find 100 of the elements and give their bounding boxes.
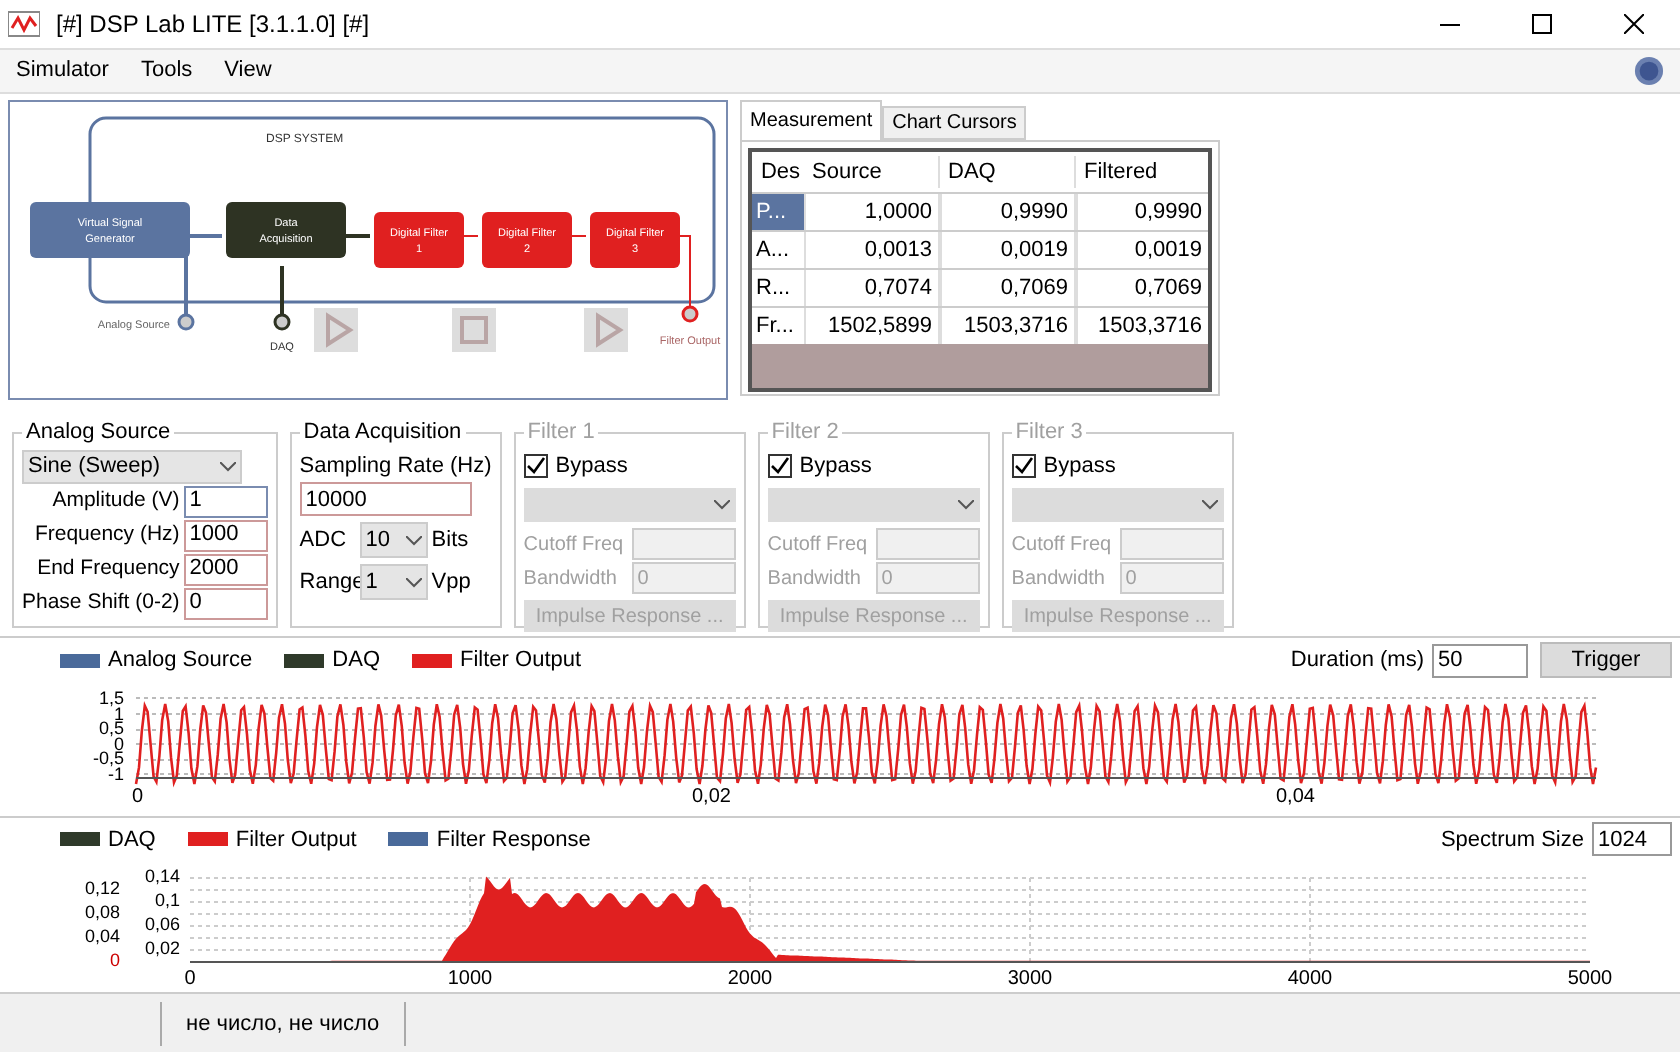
input-field[interactable]: 1024 (1592, 822, 1672, 857)
filter-type-select[interactable] (1011, 488, 1224, 522)
legend-label: DAQ (108, 825, 156, 856)
probe-icon[interactable] (273, 313, 291, 331)
axis-tick-label: 0,1 (152, 891, 180, 910)
app-icon (8, 10, 40, 38)
axis-tick-label: 0,5 (96, 720, 124, 738)
axis-tick-label: 0,08 (82, 903, 120, 922)
field-label: Bandwidth (767, 565, 861, 593)
chevron-icon (713, 500, 730, 510)
axis-tick-label: 0 (182, 965, 198, 994)
group-title: Filter 1 (525, 418, 597, 448)
column-header: Filtered (1082, 157, 1160, 188)
field-label: End Frequency (37, 553, 180, 584)
legend-label: Filter Response (436, 825, 591, 856)
axis-tick-label: -1 (107, 765, 124, 783)
input-field[interactable]: 0 (183, 587, 268, 619)
close-icon (1624, 14, 1644, 34)
checkbox-label: Bypass (555, 451, 628, 481)
filter-type-select[interactable] (523, 488, 736, 522)
menu-item[interactable]: Simulator (8, 54, 117, 88)
table-cell: 1502,5899 (804, 308, 940, 344)
status-text: не число, не число (160, 1001, 406, 1045)
legend-label: Analog Source (108, 645, 253, 676)
field-label: ADC (299, 525, 349, 556)
play-icon[interactable] (314, 308, 358, 352)
tab[interactable]: Measurement (740, 100, 883, 140)
window-title: [#] DSP Lab LITE [3.1.1.0] [#] (56, 8, 370, 42)
filter-type-select[interactable] (767, 488, 980, 522)
field-label: Cutoff Freq (1011, 531, 1112, 559)
input-field[interactable]: 50 (1432, 643, 1528, 677)
axis-tick-label: 0 (132, 784, 144, 812)
field-label: Duration (ms) (1290, 645, 1424, 676)
chevron-icon (220, 461, 236, 471)
legend-label: DAQ (332, 645, 381, 676)
input-field[interactable]: 1 (183, 485, 268, 517)
field-label: Bandwidth (1011, 565, 1105, 593)
axis-tick-label: 3000 (1005, 965, 1055, 994)
checkbox-label: Bypass (799, 451, 872, 481)
input-field[interactable]: 1000 (183, 519, 268, 551)
axis-tick-label: 2000 (725, 965, 775, 994)
axis-tick-label: 1,5 (96, 690, 124, 708)
input-field[interactable]: 10000 (299, 482, 472, 516)
chevron-icon (957, 500, 974, 510)
group-title: Filter 3 (1013, 418, 1085, 448)
input-field[interactable] (875, 528, 980, 560)
table-cell: 1503,3716 (1076, 308, 1208, 344)
unit-label: Bits (431, 525, 469, 556)
group-title: Filter 2 (769, 418, 841, 448)
tab[interactable]: Chart Cursors (882, 106, 1027, 140)
axis-tick-label: 0,04 (82, 927, 120, 946)
group-title: Data Acquisition (301, 418, 464, 448)
axis-tick-label: 0,04 (1276, 784, 1315, 812)
axis-tick-label: 0 (113, 735, 124, 753)
axis-tick-label: 4000 (1285, 965, 1335, 994)
field-label: Sampling Rate (Hz) (299, 451, 492, 481)
chevron-icon (405, 535, 422, 545)
axis-tick-label: 0,14 (142, 867, 180, 886)
trigger-button[interactable]: Trigger (1540, 642, 1672, 678)
axis-tick-label: 1000 (445, 965, 495, 994)
waveform-select[interactable]: Sine (Sweep) (22, 449, 242, 483)
legend-label: Filter Output (235, 825, 357, 856)
column-header: Des (758, 157, 802, 188)
field-label: Amplitude (V) (52, 485, 180, 516)
table-cell: 1503,3716 (940, 308, 1076, 344)
dropdown[interactable]: 1 (359, 564, 428, 600)
help-icon[interactable] (1634, 56, 1664, 86)
field-label: Spectrum Size (1440, 825, 1584, 856)
field-label: Cutoff Freq (523, 531, 624, 559)
axis-tick-label: 0,06 (142, 915, 180, 934)
stop-icon[interactable] (452, 308, 496, 352)
input-field[interactable] (1119, 528, 1224, 560)
axis-tick-label: 0,12 (82, 879, 120, 898)
field-label: Frequency (Hz) (34, 519, 180, 550)
input-field[interactable]: 2000 (183, 553, 268, 585)
chevron-icon (1201, 500, 1218, 510)
field-label: Phase Shift (0-2) (22, 587, 180, 618)
axis-tick-label: 5000 (1565, 965, 1615, 994)
column-header: Source (804, 155, 940, 189)
axis-tick-label: 0,02 (692, 784, 731, 812)
axis-tick-label: 1 (113, 705, 124, 723)
menu-item[interactable]: View (216, 54, 280, 88)
group-title: Analog Source (24, 418, 173, 448)
maximize-icon (1532, 14, 1552, 34)
menu-item[interactable]: Tools (132, 54, 201, 88)
checkbox-label: Bypass (1043, 451, 1116, 481)
chevron-icon (405, 577, 422, 587)
field-label: Bandwidth (523, 565, 617, 593)
field-label: Cutoff Freq (767, 531, 868, 559)
legend-label: Filter Output (460, 645, 582, 676)
column-header: DAQ (940, 155, 1076, 189)
axis-tick-label: -0,5 (90, 750, 124, 768)
input-field[interactable] (631, 528, 736, 560)
unit-label: Vpp (431, 567, 471, 598)
minimize-icon (1440, 23, 1460, 25)
axis-tick-label: 0,02 (142, 939, 180, 958)
axis-tick-label: 0 (107, 951, 120, 970)
dropdown[interactable]: 10 (359, 522, 428, 558)
row-header[interactable]: P... (752, 194, 804, 230)
step-icon[interactable] (584, 308, 628, 352)
